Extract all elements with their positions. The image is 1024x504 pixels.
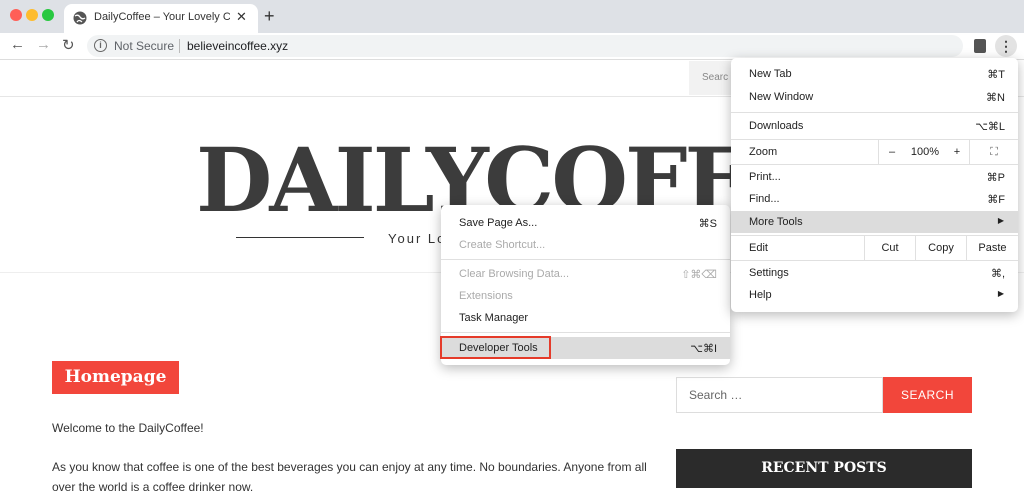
maximize-window-button[interactable] xyxy=(42,9,54,21)
forward-button[interactable]: → xyxy=(36,36,51,53)
site-tagline: Your Lo xyxy=(388,231,447,246)
settings-label: Settings xyxy=(749,267,789,279)
save-page-label: Save Page As... xyxy=(459,217,538,229)
copy-button[interactable]: Copy xyxy=(916,236,966,260)
find-shortcut: ⌘F xyxy=(987,194,1005,206)
task-manager-label: Task Manager xyxy=(459,312,529,324)
sidebar-search-input[interactable]: Search … xyxy=(676,377,883,413)
minimize-window-button[interactable] xyxy=(26,9,38,21)
cut-button[interactable]: Cut xyxy=(865,236,915,260)
menu-item-create-shortcut[interactable]: Create Shortcut... xyxy=(441,234,730,256)
welcome-text: Welcome to the DailyCoffee! xyxy=(52,421,204,435)
tab-close-icon[interactable]: ✕ xyxy=(236,9,247,25)
clear-data-label: Clear Browsing Data... xyxy=(459,268,570,280)
zoom-level: 100% xyxy=(910,146,940,158)
page-title: Homepage xyxy=(52,361,179,394)
url-text[interactable]: believeincoffee.xyz xyxy=(187,39,288,53)
address-bar[interactable]: i Not Secure believeincoffee.xyz xyxy=(87,35,963,57)
menu-separator xyxy=(441,332,730,333)
developer-tools-shortcut: ⌥⌘I xyxy=(690,343,717,355)
browser-menu-button[interactable]: ⋮ xyxy=(995,35,1017,57)
intro-paragraph-line-1: As you know that coffee is one of the be… xyxy=(52,460,647,474)
print-shortcut: ⌘P xyxy=(986,172,1005,184)
browser-tab[interactable]: DailyCoffee – Your Lovely Cup ✕ xyxy=(64,4,258,33)
new-window-shortcut: ⌘N xyxy=(986,92,1005,104)
menu-item-print[interactable]: Print... ⌘P xyxy=(731,166,1018,188)
extension-icon[interactable] xyxy=(974,39,986,53)
zoom-in-button[interactable]: + xyxy=(945,140,969,164)
browser-toolbar: ← → ↻ i Not Secure believeincoffee.xyz ⋮ xyxy=(0,33,1024,60)
edit-label: Edit xyxy=(749,242,768,254)
print-label: Print... xyxy=(749,171,781,183)
paste-button[interactable]: Paste xyxy=(967,236,1018,260)
intro-paragraph-line-2: over the world is a coffee drinker now. xyxy=(52,480,254,494)
menu-item-zoom: Zoom – 100% + ⛶ xyxy=(731,140,1018,164)
tagline-rule xyxy=(236,237,364,238)
menu-item-clear-browsing-data[interactable]: Clear Browsing Data... ⇧⌘⌫ xyxy=(441,263,730,285)
find-label: Find... xyxy=(749,193,780,205)
globe-icon xyxy=(73,11,87,25)
extensions-label: Extensions xyxy=(459,290,513,302)
recent-posts-heading: RECENT POSTS xyxy=(676,449,972,488)
menu-item-settings[interactable]: Settings ⌘, xyxy=(731,262,1018,284)
downloads-shortcut: ⌥⌘L xyxy=(975,121,1005,133)
menu-separator xyxy=(731,164,1018,165)
zoom-out-button[interactable]: – xyxy=(879,140,905,164)
browser-main-menu: New Tab ⌘T New Window ⌘N Downloads ⌥⌘L Z… xyxy=(731,58,1018,312)
new-tab-label: New Tab xyxy=(749,68,792,80)
downloads-label: Downloads xyxy=(749,120,804,132)
menu-item-new-tab[interactable]: New Tab ⌘T xyxy=(731,63,1018,85)
clear-data-shortcut: ⇧⌘⌫ xyxy=(681,269,717,281)
menu-item-more-tools[interactable]: More Tools ▶ xyxy=(731,211,1018,233)
zoom-label: Zoom xyxy=(749,146,778,158)
menu-item-extensions[interactable]: Extensions xyxy=(441,285,730,307)
new-window-label: New Window xyxy=(749,91,814,103)
menu-item-help[interactable]: Help ▶ xyxy=(731,284,1018,306)
menu-item-find[interactable]: Find... ⌘F xyxy=(731,188,1018,210)
chevron-right-icon: ▶ xyxy=(997,289,1004,298)
security-status: Not Secure xyxy=(114,39,175,53)
reload-button[interactable]: ↻ xyxy=(62,36,75,54)
menu-item-new-window[interactable]: New Window ⌘N xyxy=(731,86,1018,108)
new-tab-shortcut: ⌘T xyxy=(987,69,1005,81)
more-tools-label: More Tools xyxy=(749,216,803,228)
menu-item-edit: Edit Cut Copy Paste xyxy=(731,236,1018,260)
tab-title: DailyCoffee – Your Lovely Cup xyxy=(94,11,230,23)
sidebar-search-button[interactable]: SEARCH xyxy=(883,377,972,413)
menu-separator xyxy=(731,112,1018,113)
menu-item-downloads[interactable]: Downloads ⌥⌘L xyxy=(731,115,1018,137)
help-label: Help xyxy=(749,289,772,301)
close-window-button[interactable] xyxy=(10,9,22,21)
settings-shortcut: ⌘, xyxy=(990,268,1005,280)
menu-separator xyxy=(731,260,1018,261)
new-tab-button[interactable]: + xyxy=(264,6,275,27)
back-button[interactable]: ← xyxy=(10,36,25,53)
menu-separator xyxy=(441,259,730,260)
highlight-box xyxy=(440,336,551,359)
tab-strip: DailyCoffee – Your Lovely Cup ✕ + xyxy=(0,0,1024,33)
omnibox-divider xyxy=(179,39,180,53)
save-page-shortcut: ⌘S xyxy=(698,218,717,230)
fullscreen-icon[interactable]: ⛶ xyxy=(970,140,1018,164)
create-shortcut-label: Create Shortcut... xyxy=(459,239,546,251)
menu-item-save-page[interactable]: Save Page As... ⌘S xyxy=(441,212,730,234)
info-icon[interactable]: i xyxy=(94,39,107,52)
menu-item-task-manager[interactable]: Task Manager xyxy=(441,307,730,329)
chevron-right-icon: ▶ xyxy=(997,216,1004,225)
